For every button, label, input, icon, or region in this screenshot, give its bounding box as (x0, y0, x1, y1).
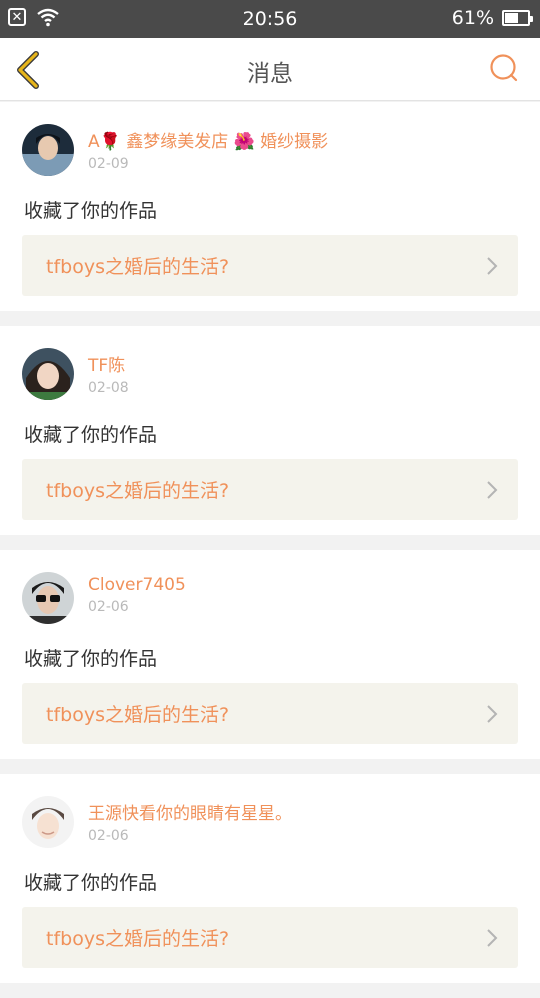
user-name[interactable]: TF陈 (88, 351, 129, 376)
work-link[interactable]: tfboys之婚后的生活? (22, 907, 518, 968)
user-name[interactable]: 王源快看你的眼睛有星星。 (88, 799, 292, 824)
work-link[interactable]: tfboys之婚后的生活? (22, 683, 518, 744)
work-title: tfboys之婚后的生活? (46, 480, 230, 502)
message-date: 02-06 (88, 828, 129, 844)
message-header: TF陈 02-08 (22, 348, 129, 400)
battery-percent: 61% (451, 7, 494, 29)
search-icon[interactable] (488, 52, 520, 84)
user-name[interactable]: Clover7405 (88, 575, 186, 595)
chevron-right-icon (487, 929, 498, 947)
battery-icon (502, 10, 533, 26)
message-card: Clover7405 02-06 收藏了你的作品 tfboys之婚后的生活? (0, 550, 540, 759)
chevron-right-icon (487, 705, 498, 723)
message-date: 02-06 (88, 599, 129, 615)
page-title: 消息 (247, 61, 293, 87)
chevron-right-icon (487, 257, 498, 275)
action-text: 收藏了你的作品 (24, 872, 158, 894)
message-date: 02-09 (88, 156, 129, 172)
status-icons-right: 61% (451, 7, 533, 29)
status-bar: ✕ 20:56 61% (0, 0, 540, 38)
message-card: TF陈 02-08 收藏了你的作品 tfboys之婚后的生活? (0, 326, 540, 535)
message-card: A🌹 鑫梦缘美发店 🌺 婚纱摄影 02-09 收藏了你的作品 tfboys之婚后… (0, 102, 540, 311)
message-header: 王源快看你的眼睛有星星。 02-06 (22, 796, 292, 848)
battery-level (505, 13, 519, 23)
navigation-bar: 消息 (0, 38, 540, 101)
avatar[interactable] (22, 124, 74, 176)
work-title: tfboys之婚后的生活? (46, 256, 230, 278)
action-text: 收藏了你的作品 (24, 648, 158, 670)
chevron-right-icon (487, 481, 498, 499)
message-header: A🌹 鑫梦缘美发店 🌺 婚纱摄影 02-09 (22, 124, 328, 176)
message-list: A🌹 鑫梦缘美发店 🌺 婚纱摄影 02-09 收藏了你的作品 tfboys之婚后… (0, 102, 540, 998)
avatar[interactable] (22, 572, 74, 624)
message-card: 王源快看你的眼睛有星星。 02-06 收藏了你的作品 tfboys之婚后的生活? (0, 774, 540, 983)
work-link[interactable]: tfboys之婚后的生活? (22, 235, 518, 296)
action-text: 收藏了你的作品 (24, 424, 158, 446)
avatar[interactable] (22, 348, 74, 400)
user-name[interactable]: A🌹 鑫梦缘美发店 🌺 婚纱摄影 (88, 127, 328, 152)
work-title: tfboys之婚后的生活? (46, 704, 230, 726)
action-text: 收藏了你的作品 (24, 200, 158, 222)
work-title: tfboys之婚后的生活? (46, 928, 230, 950)
work-link[interactable]: tfboys之婚后的生活? (22, 459, 518, 520)
avatar[interactable] (22, 796, 74, 848)
message-date: 02-08 (88, 380, 129, 396)
message-header: Clover7405 02-06 (22, 572, 186, 624)
